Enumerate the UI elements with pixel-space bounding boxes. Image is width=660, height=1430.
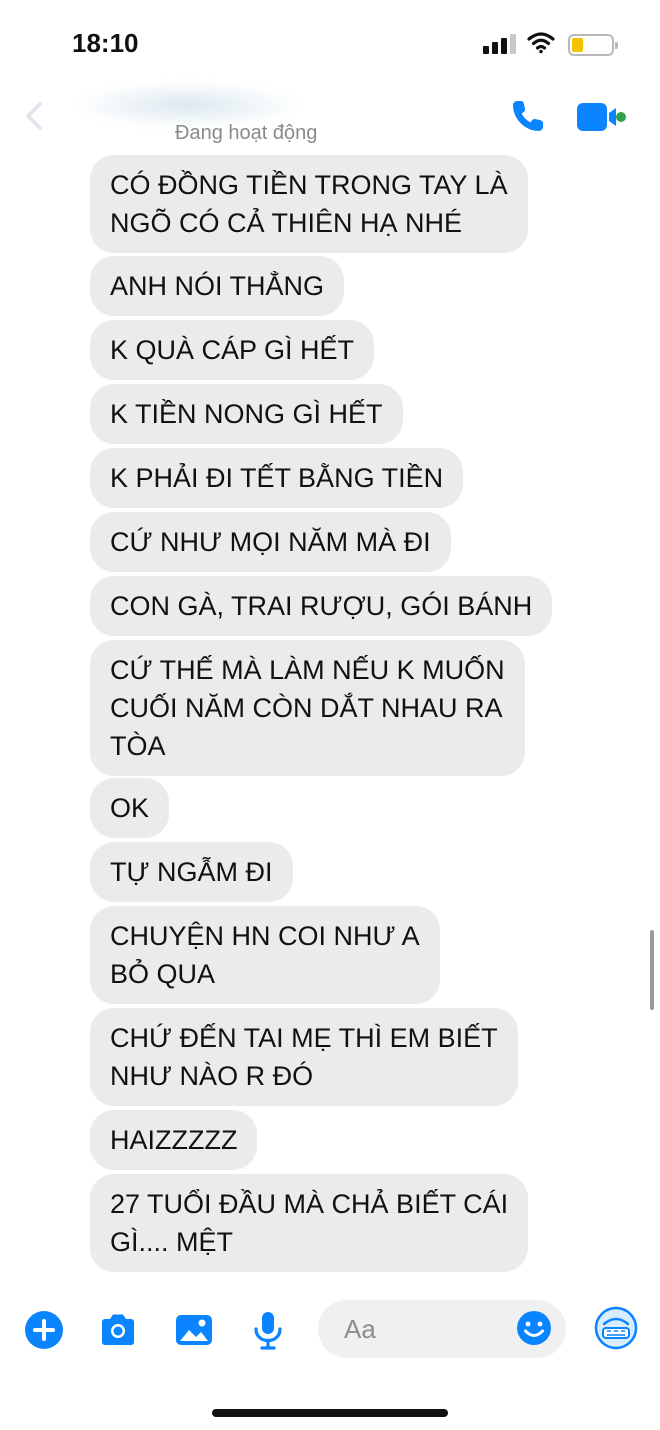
status-bar: 18:10: [0, 0, 660, 90]
message-bubble[interactable]: K QUÀ CÁP GÌ HẾT: [90, 320, 375, 380]
plus-circle-icon[interactable]: [22, 1308, 66, 1352]
presence-status: Đang hoạt động: [175, 122, 318, 144]
scrollbar-thumb[interactable]: [650, 930, 654, 1010]
camera-icon[interactable]: [96, 1308, 140, 1352]
image-icon[interactable]: [172, 1308, 216, 1352]
message-bubble[interactable]: TỰ NGẪM ĐI: [90, 842, 293, 902]
status-time: 18:10: [72, 28, 139, 58]
signal-strength-icon: [483, 34, 519, 54]
message-bubble[interactable]: CHUYỆN HN COI NHƯ A BỎ QUA: [90, 906, 440, 1004]
chevron-left-icon[interactable]: [18, 98, 54, 134]
message-bubble[interactable]: CON GÀ, TRAI RƯỢU, GÓI BÁNH: [90, 576, 553, 636]
message-bubble[interactable]: 27 TUỔI ĐẦU MÀ CHẢ BIẾT CÁI GÌ.... MỆT: [90, 1174, 529, 1272]
message-bubble[interactable]: HAIZZZZZ: [90, 1110, 258, 1170]
message-bubble[interactable]: ANH NÓI THẲNG: [90, 256, 345, 316]
message-thread: CÓ ĐỒNG TIỀN TRONG TAY LÀ NGÕ CÓ CẢ THIÊ…: [0, 150, 660, 1280]
message-bubble[interactable]: K PHẢI ĐI TẾT BẰNG TIỀN: [90, 448, 464, 508]
video-camera-icon[interactable]: [576, 100, 626, 134]
message-bubble[interactable]: CỨ NHƯ MỌI NĂM MÀ ĐI: [90, 512, 451, 572]
phone-icon[interactable]: [508, 96, 548, 136]
message-bubble[interactable]: CỨ THẾ MÀ LÀM NẾU K MUỐN CUỐI NĂM CÒN DẮ…: [90, 640, 525, 776]
custom-sticker-icon[interactable]: [592, 1304, 640, 1352]
home-indicator[interactable]: [212, 1409, 448, 1417]
wifi-icon: [527, 32, 555, 54]
smiley-icon[interactable]: [515, 1309, 553, 1347]
microphone-icon[interactable]: [246, 1308, 290, 1352]
message-bubble[interactable]: CHỨ ĐẾN TAI MẸ THÌ EM BIẾT NHƯ NÀO R ĐÓ: [90, 1008, 518, 1106]
message-bubble[interactable]: CÓ ĐỒNG TIỀN TRONG TAY LÀ NGÕ CÓ CẢ THIÊ…: [90, 155, 528, 253]
battery-icon: [568, 34, 618, 56]
message-bubble[interactable]: OK: [90, 778, 170, 838]
message-bubble[interactable]: K TIỀN NONG GÌ HẾT: [90, 384, 403, 444]
